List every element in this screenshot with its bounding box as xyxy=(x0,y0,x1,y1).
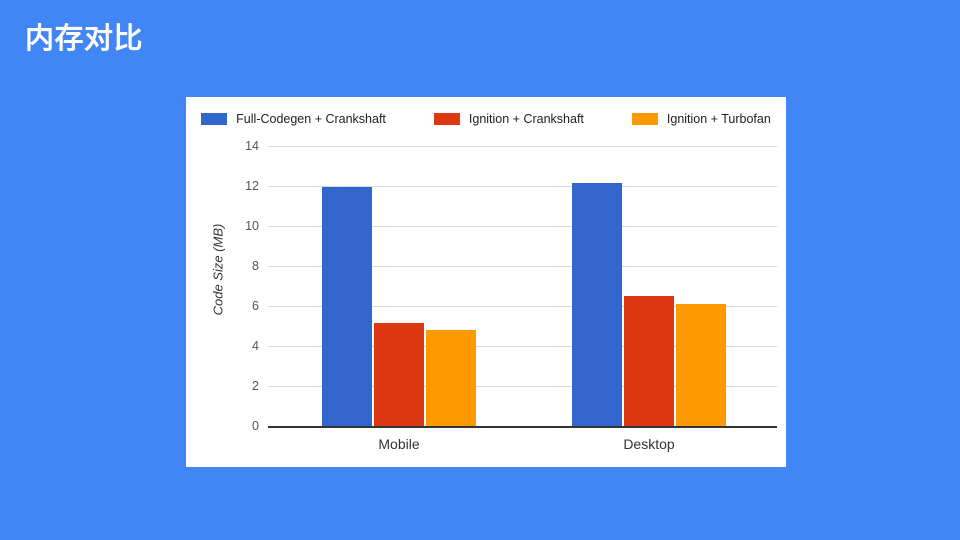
y-axis-tick-label: 4 xyxy=(252,339,259,353)
y-axis-tick-label: 2 xyxy=(252,379,259,393)
y-axis-tick-label: 12 xyxy=(245,179,259,193)
bar[interactable] xyxy=(572,183,622,426)
x-axis-category-label: Mobile xyxy=(378,436,420,452)
y-axis-tick-label: 6 xyxy=(252,299,259,313)
y-axis-title: Code Size (MB) xyxy=(210,223,226,316)
chart-card: Full-Codegen + Crankshaft Ignition + Cran… xyxy=(186,97,786,467)
bar[interactable] xyxy=(624,296,674,426)
chart-plot-area: 0 2 4 6 8 10 12 14 Mobile Desktop xyxy=(245,139,777,452)
y-axis-tick-label: 0 xyxy=(252,419,259,433)
x-axis-line xyxy=(268,426,777,428)
y-axis-tick-label: 14 xyxy=(245,139,259,153)
gridline xyxy=(268,146,777,147)
slide: 内存对比 Full-Codegen + Crankshaft Ignition +… xyxy=(0,0,960,540)
y-axis-tick-label: 8 xyxy=(252,259,259,273)
chart-plot-wrapper: Code Size (MB) 0 2 4 6 8 10 12 14 Mobile Desktop xyxy=(186,97,786,467)
bar[interactable] xyxy=(374,323,424,426)
bar[interactable] xyxy=(676,304,726,426)
page-title: 内存对比 xyxy=(25,23,144,55)
bar[interactable] xyxy=(426,330,476,426)
x-axis-category-label: Desktop xyxy=(623,436,675,452)
bar[interactable] xyxy=(322,187,372,426)
y-axis-tick-label: 10 xyxy=(245,219,259,233)
